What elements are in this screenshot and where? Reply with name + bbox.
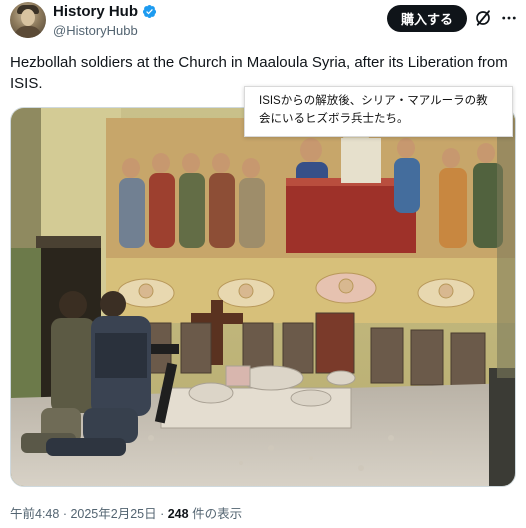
post-time[interactable]: 午前4:48	[10, 507, 59, 521]
tweet-header: History Hub @HistoryHubb 購入する	[0, 0, 526, 44]
church-interior-photo	[11, 108, 515, 486]
verified-badge-icon	[142, 5, 157, 18]
views-count[interactable]: 248	[168, 507, 189, 521]
meta-separator: ·	[156, 507, 168, 521]
translation-popup: ISISからの解放後、シリア・マアルーラの教会にいるヒズボラ兵士たち。	[244, 86, 513, 137]
name-row: History Hub	[53, 3, 157, 20]
more-dots-icon[interactable]	[500, 9, 518, 27]
post-date[interactable]: 2025年2月25日	[70, 507, 156, 521]
account-handle[interactable]: @HistoryHubb	[53, 23, 138, 38]
tweet-photo[interactable]	[10, 107, 516, 487]
meta-separator: ·	[59, 507, 71, 521]
buy-button[interactable]: 購入する	[387, 5, 467, 32]
display-name[interactable]: History Hub	[53, 3, 138, 20]
avatar[interactable]	[10, 2, 46, 38]
tweet-meta: 午前4:48 · 2025年2月25日 · 248 件の表示	[10, 503, 242, 522]
views-label: 件の表示	[188, 507, 243, 521]
grok-slash-icon[interactable]	[474, 9, 492, 27]
